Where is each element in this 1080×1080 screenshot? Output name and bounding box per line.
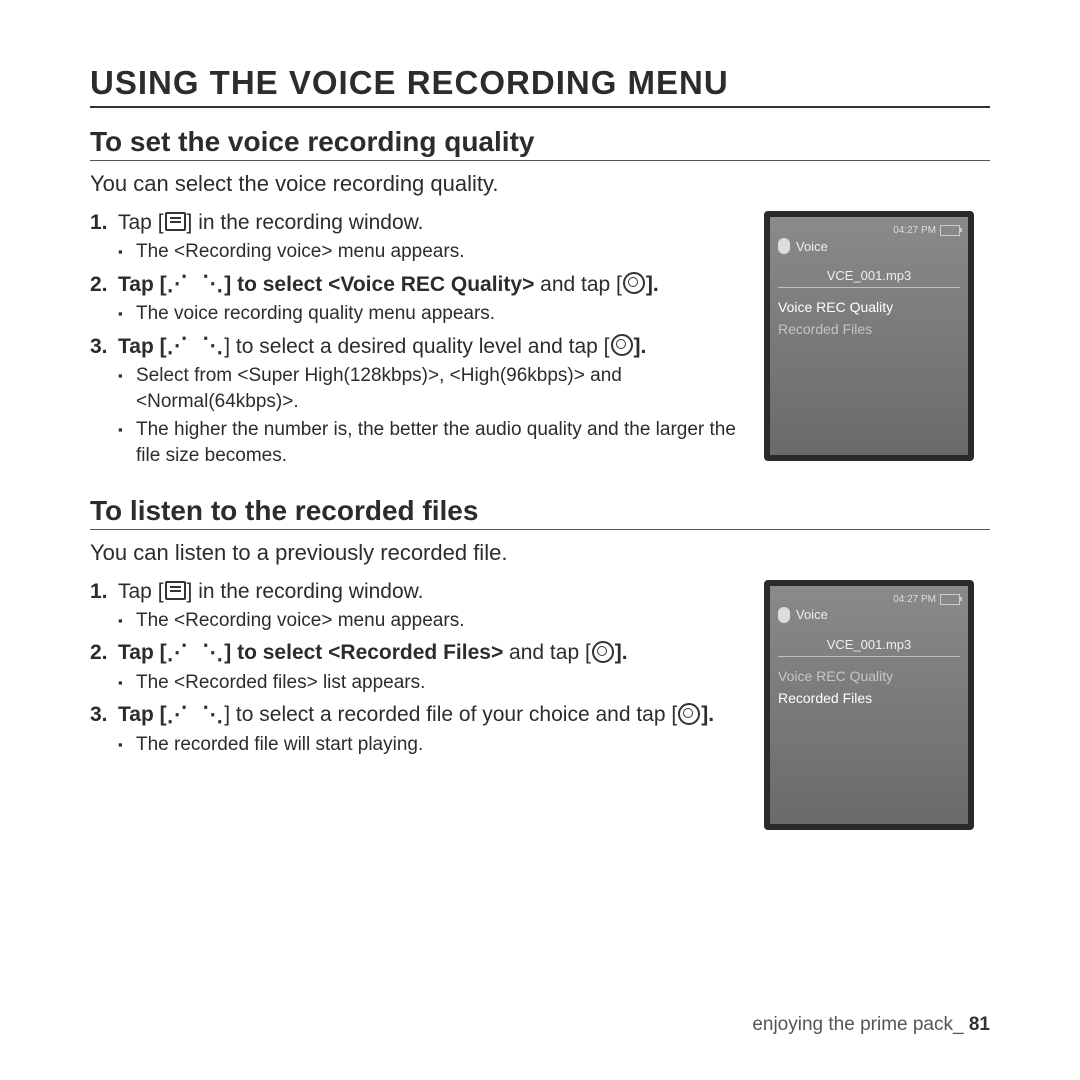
- text: Tap [: [118, 580, 164, 603]
- device-screenshot-2: 04:27 PM Voice VCE_001.mp3 Voice REC Qua…: [764, 580, 974, 830]
- step-number: 2.: [90, 273, 108, 297]
- text: Tap [: [118, 641, 167, 664]
- text: Tap [: [118, 335, 167, 358]
- footer-text: enjoying the prime pack_: [752, 1014, 963, 1035]
- sec2-step2-note: The <Recorded files> list appears.: [118, 670, 746, 696]
- section1-title: To set the voice recording quality: [90, 126, 990, 161]
- ok-icon: [678, 703, 700, 725]
- text: ] in the recording window.: [187, 211, 424, 234]
- updown-icon: ⋰ ⋱: [167, 702, 225, 726]
- mic-icon: [778, 607, 790, 623]
- text: ] to select a recorded file of your choi…: [224, 703, 677, 726]
- device-option-files: Recorded Files: [778, 318, 960, 340]
- page-number: 81: [969, 1014, 990, 1035]
- device-app-title: Voice: [796, 239, 828, 254]
- sec2-step2: 2. Tap [⋰ ⋱] to select <Recorded Files> …: [90, 641, 746, 695]
- ok-icon: [623, 272, 645, 294]
- divider: [778, 287, 960, 288]
- sec1-step3-note2: The higher the number is, the better the…: [118, 417, 746, 468]
- text: ] to select: [224, 641, 328, 664]
- text: Tap [: [118, 703, 167, 726]
- text: ].: [615, 641, 628, 664]
- updown-icon: ⋰ ⋱: [167, 271, 225, 295]
- device-option-quality: Voice REC Quality: [778, 296, 960, 318]
- menu-icon: [165, 581, 186, 600]
- sec1-step2: 2. Tap [⋰ ⋱] to select <Voice REC Qualit…: [90, 273, 746, 327]
- step-number: 1.: [90, 580, 108, 604]
- sec1-step1-note: The <Recording voice> menu appears.: [118, 239, 746, 265]
- sec1-step2-note: The voice recording quality menu appears…: [118, 301, 746, 327]
- sec1-step1: 1. Tap [ ] in the recording window. The <…: [90, 211, 746, 265]
- page-footer: enjoying the prime pack_ 81: [752, 1014, 990, 1036]
- device-statusbar: 04:27 PM: [778, 594, 960, 605]
- sec2-step1: 1. Tap [ ] in the recording window. The <…: [90, 580, 746, 634]
- menu-icon: [165, 212, 186, 231]
- device-filename: VCE_001.mp3: [778, 268, 960, 283]
- ok-icon: [592, 641, 614, 663]
- step-number: 3.: [90, 703, 108, 727]
- sec1-step3: 3. Tap [⋰ ⋱] to select a desired quality…: [90, 335, 746, 469]
- device-option-files: Recorded Files: [778, 687, 960, 709]
- section1-intro: You can select the voice recording quali…: [90, 171, 990, 197]
- sec2-step3-note: The recorded file will start playing.: [118, 732, 746, 758]
- device-time: 04:27 PM: [893, 225, 936, 236]
- device-time: 04:27 PM: [893, 594, 936, 605]
- text: and tap [: [534, 273, 622, 296]
- battery-icon: [940, 225, 960, 236]
- device-app-title: Voice: [796, 607, 828, 622]
- ok-icon: [611, 334, 633, 356]
- section2-intro: You can listen to a previously recorded …: [90, 540, 990, 566]
- text: <Recorded Files>: [328, 641, 503, 664]
- device-statusbar: 04:27 PM: [778, 225, 960, 236]
- text: <Voice REC Quality>: [328, 273, 534, 296]
- text: ] in the recording window.: [187, 580, 424, 603]
- step-number: 2.: [90, 641, 108, 665]
- battery-icon: [940, 594, 960, 605]
- text: ].: [701, 703, 714, 726]
- step-number: 3.: [90, 335, 108, 359]
- mic-icon: [778, 238, 790, 254]
- updown-icon: ⋰ ⋱: [167, 640, 225, 664]
- device-option-quality: Voice REC Quality: [778, 665, 960, 687]
- device-filename: VCE_001.mp3: [778, 637, 960, 652]
- text: Tap [: [118, 273, 167, 296]
- text: and tap [: [503, 641, 591, 664]
- sec2-step1-note: The <Recording voice> menu appears.: [118, 608, 746, 634]
- page-title: USING THE VOICE RECORDING MENU: [90, 64, 990, 108]
- section2-title: To listen to the recorded files: [90, 495, 990, 530]
- divider: [778, 656, 960, 657]
- sec2-step3: 3. Tap [⋰ ⋱] to select a recorded file o…: [90, 703, 746, 757]
- text: ] to select a desired quality level and …: [224, 335, 609, 358]
- device-screenshot-1: 04:27 PM Voice VCE_001.mp3 Voice REC Qua…: [764, 211, 974, 461]
- text: ] to select: [224, 273, 328, 296]
- text: ].: [634, 335, 647, 358]
- text: Tap [: [118, 211, 164, 234]
- step-number: 1.: [90, 211, 108, 235]
- sec1-step3-note1: Select from <Super High(128kbps)>, <High…: [118, 363, 746, 414]
- updown-icon: ⋰ ⋱: [167, 333, 225, 357]
- text: ].: [646, 273, 659, 296]
